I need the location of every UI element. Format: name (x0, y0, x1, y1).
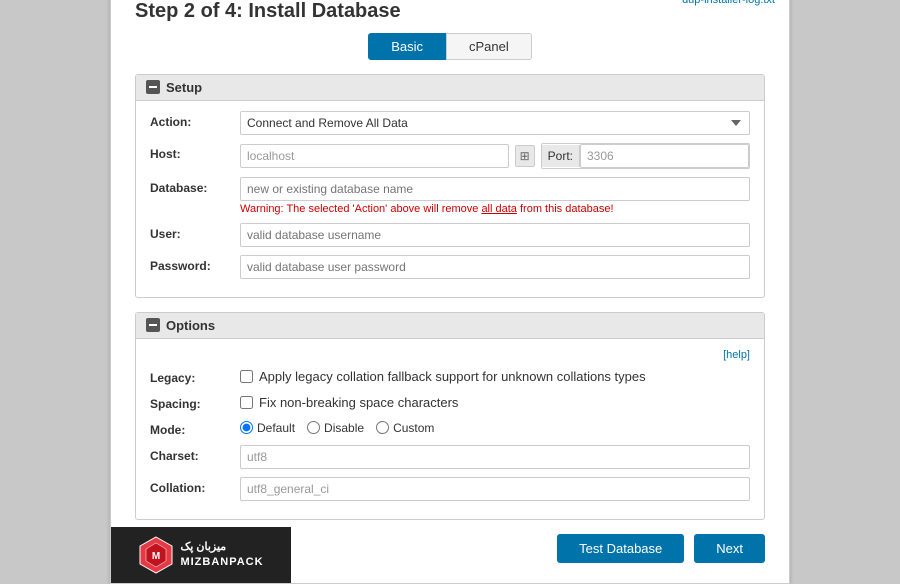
tab-cpanel[interactable]: cPanel (446, 33, 532, 60)
database-row: Database: Warning: The selected 'Action'… (150, 177, 750, 215)
port-input[interactable] (580, 144, 749, 168)
port-label: Port: (542, 145, 580, 167)
action-select[interactable]: Connect and Remove All Data Create New D… (240, 111, 750, 135)
setup-section: Setup Action: Connect and Remove All Dat… (135, 74, 765, 298)
password-input[interactable] (240, 255, 750, 279)
svg-text:M: M (152, 551, 160, 562)
mode-row: Mode: Default Disable Custom (150, 419, 750, 437)
spacing-row: Spacing: Fix non-breaking space characte… (150, 393, 750, 411)
charset-row: Charset: (150, 445, 750, 469)
host-input[interactable] (240, 144, 509, 168)
step-title: Step 2 of 4: Install Database (135, 0, 765, 23)
brand-persian-text: میزبان پک (180, 540, 263, 554)
mode-disable: Disable (307, 421, 364, 435)
collation-label: Collation: (150, 477, 240, 495)
minus-icon (146, 80, 160, 94)
user-label: User: (150, 223, 240, 241)
charset-input[interactable] (240, 445, 750, 469)
mode-custom: Custom (376, 421, 434, 435)
options-section-header: Options (136, 313, 764, 339)
test-database-button[interactable]: Test Database (557, 534, 684, 563)
options-minus-icon (146, 318, 160, 332)
mode-disable-radio[interactable] (307, 421, 320, 434)
port-group: Port: (541, 143, 750, 169)
tab-group: Basic cPanel (135, 33, 765, 60)
next-button[interactable]: Next (694, 534, 765, 563)
collation-row: Collation: (150, 477, 750, 501)
legacy-row: Legacy: Apply legacy collation fallback … (150, 367, 750, 385)
host-label: Host: (150, 143, 240, 161)
mode-default: Default (240, 421, 295, 435)
host-picker-icon[interactable] (515, 145, 535, 167)
spacing-checkbox[interactable] (240, 396, 253, 409)
legacy-checkbox-label: Apply legacy collation fallback support … (259, 369, 646, 384)
password-label: Password: (150, 255, 240, 273)
action-label: Action: (150, 111, 240, 129)
password-row: Password: (150, 255, 750, 279)
options-help-link[interactable]: [help] (723, 349, 750, 361)
user-input[interactable] (240, 223, 750, 247)
charset-label: Charset: (150, 445, 240, 463)
mode-label: Mode: (150, 419, 240, 437)
brand-logo-icon: M (138, 535, 174, 575)
database-label: Database: (150, 177, 240, 195)
legacy-checkbox[interactable] (240, 370, 253, 383)
spacing-label: Spacing: (150, 393, 240, 411)
options-section-body: [help] Legacy: Apply legacy collation fa… (136, 339, 764, 519)
tab-basic[interactable]: Basic (368, 33, 446, 60)
options-help: [help] (150, 349, 750, 361)
legacy-label: Legacy: (150, 367, 240, 385)
brand-latin-text: MIZBANPACK (180, 555, 263, 569)
spacing-checkbox-label: Fix non-breaking space characters (259, 395, 458, 410)
user-row: User: (150, 223, 750, 247)
main-container: version: 1.2.52 help » unlocked Duplicat… (110, 0, 790, 584)
setup-section-body: Action: Connect and Remove All Data Crea… (136, 101, 764, 297)
mode-custom-radio[interactable] (376, 421, 389, 434)
database-input[interactable] (240, 177, 750, 201)
database-warning: Warning: The selected 'Action' above wil… (240, 203, 750, 215)
action-row: Action: Connect and Remove All Data Crea… (150, 111, 750, 135)
node-info: Node: Standard dup-installer-log.txt (682, 0, 775, 6)
mode-default-radio[interactable] (240, 421, 253, 434)
host-row: Host: Port: (150, 143, 750, 169)
options-section: Options [help] Legacy: Apply legacy coll… (135, 312, 765, 520)
setup-section-header: Setup (136, 75, 764, 101)
log-link[interactable]: dup-installer-log.txt (682, 0, 775, 6)
collation-input[interactable] (240, 477, 750, 501)
brand-bar: M میزبان پک MIZBANPACK (111, 527, 291, 583)
